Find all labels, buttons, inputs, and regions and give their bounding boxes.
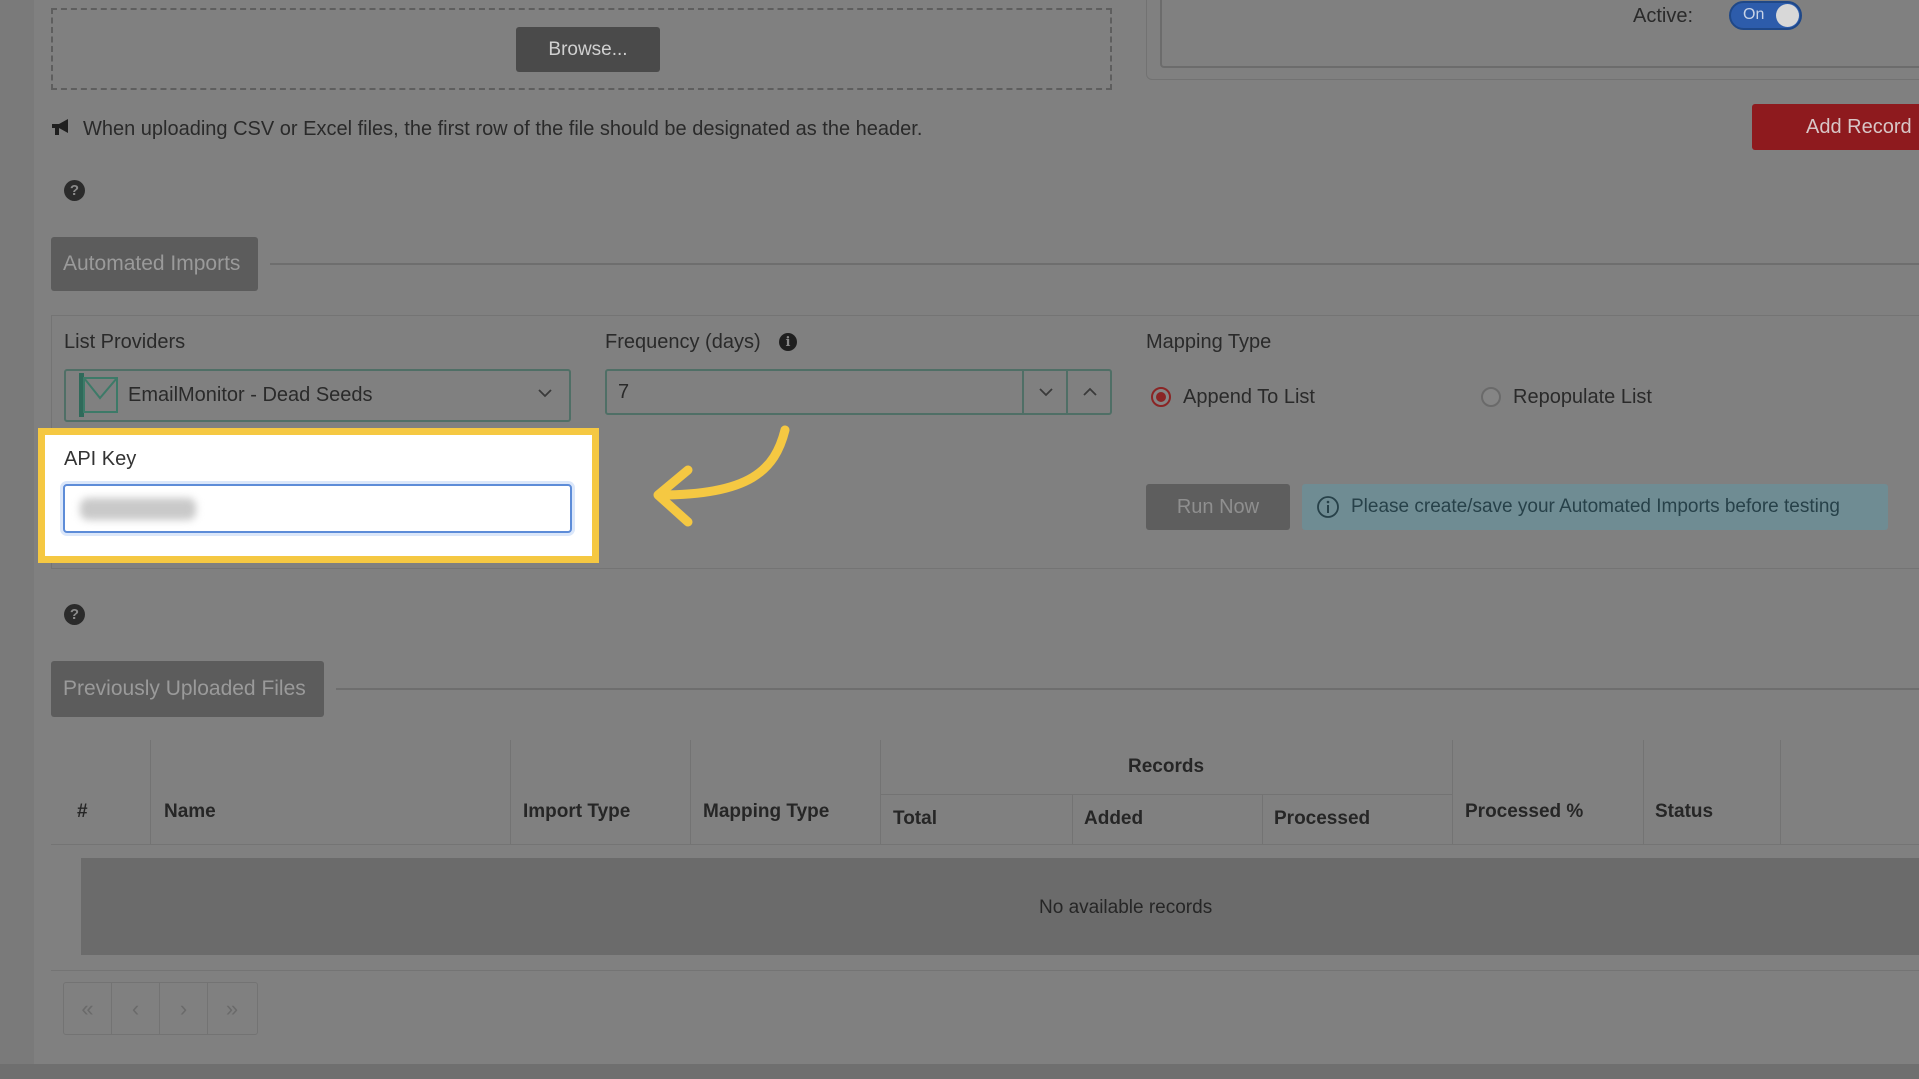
repopulate-list-label: Repopulate List (1513, 386, 1652, 408)
column-header-total[interactable]: Total (893, 808, 937, 830)
tab-automated-imports[interactable]: Automated Imports (51, 237, 258, 291)
table-column-divider (880, 740, 881, 844)
envelope-icon (75, 370, 119, 425)
run-now-button[interactable]: Run Now (1146, 484, 1290, 530)
tab-previously-uploaded-files[interactable]: Previously Uploaded Files (51, 661, 324, 717)
annotation-arrow-icon (640, 425, 800, 540)
column-header-name[interactable]: Name (164, 801, 216, 823)
mapping-type-label: Mapping Type (1146, 331, 1272, 353)
column-header-records: Records (1128, 756, 1205, 777)
table-row-divider (880, 794, 1452, 795)
info-icon[interactable]: i (779, 333, 797, 351)
chevron-down-icon (536, 384, 554, 407)
active-panel-inner (1160, 0, 1919, 68)
toggle-knob (1776, 4, 1799, 27)
table-column-divider (510, 740, 511, 844)
column-header-added[interactable]: Added (1084, 808, 1143, 830)
run-notice-alert: Please create/save your Automated Import… (1302, 484, 1888, 530)
page-bottom-bar (0, 1064, 1919, 1079)
table-column-divider (1452, 740, 1453, 844)
pagination: « ‹ › » (63, 982, 258, 1035)
frequency-increment-button[interactable] (1066, 369, 1112, 415)
table-bottom-border (51, 970, 1919, 971)
active-toggle-text: On (1743, 6, 1765, 23)
column-header-import-type[interactable]: Import Type (523, 801, 630, 823)
column-header-status[interactable]: Status (1655, 801, 1713, 823)
chevron-up-icon (1083, 387, 1097, 396)
frequency-label: Frequency (days) (605, 331, 761, 353)
table-column-divider (1643, 740, 1644, 844)
browse-button[interactable]: Browse... (516, 27, 660, 72)
column-header-processed-pct[interactable]: Processed % (1465, 801, 1583, 823)
table-column-divider (1072, 795, 1073, 844)
help-icon[interactable]: ? (64, 604, 85, 625)
add-record-button[interactable]: Add Record (1752, 104, 1919, 150)
table-column-divider (1780, 740, 1781, 844)
column-header-mapping-type[interactable]: Mapping Type (703, 801, 829, 823)
previous-page-button[interactable]: ‹ (112, 983, 160, 1034)
info-circle-icon (1317, 496, 1339, 518)
chevron-down-icon (1038, 388, 1053, 397)
section-divider (336, 688, 1919, 690)
api-key-label: API Key (64, 448, 137, 470)
column-header-processed[interactable]: Processed (1274, 808, 1370, 830)
section-divider (270, 263, 1919, 265)
table-header-border (51, 844, 1919, 845)
megaphone-icon (50, 117, 72, 142)
run-notice-text: Please create/save your Automated Import… (1351, 496, 1840, 517)
last-page-button[interactable]: » (208, 983, 256, 1034)
next-page-button[interactable]: › (160, 983, 208, 1034)
table-empty-row (81, 858, 1919, 955)
upload-header-notice: When uploading CSV or Excel files, the f… (83, 118, 923, 140)
first-page-button[interactable]: « (64, 983, 112, 1034)
table-column-divider (150, 740, 151, 844)
table-empty-message: No available records (1039, 897, 1213, 918)
column-header-number: # (77, 801, 88, 822)
list-providers-label: List Providers (64, 331, 186, 353)
append-to-list-radio[interactable] (1151, 387, 1171, 407)
active-label: Active: (1633, 5, 1694, 27)
repopulate-list-radio[interactable] (1481, 387, 1501, 407)
frequency-value: 7 (618, 381, 630, 403)
table-column-divider (690, 740, 691, 844)
table-column-divider (1262, 795, 1263, 844)
api-key-blurred-value (80, 498, 196, 520)
append-to-list-label: Append To List (1183, 386, 1315, 408)
list-provider-value: EmailMonitor - Dead Seeds (128, 384, 373, 406)
help-icon[interactable]: ? (64, 180, 85, 201)
frequency-decrement-button[interactable] (1022, 369, 1067, 415)
